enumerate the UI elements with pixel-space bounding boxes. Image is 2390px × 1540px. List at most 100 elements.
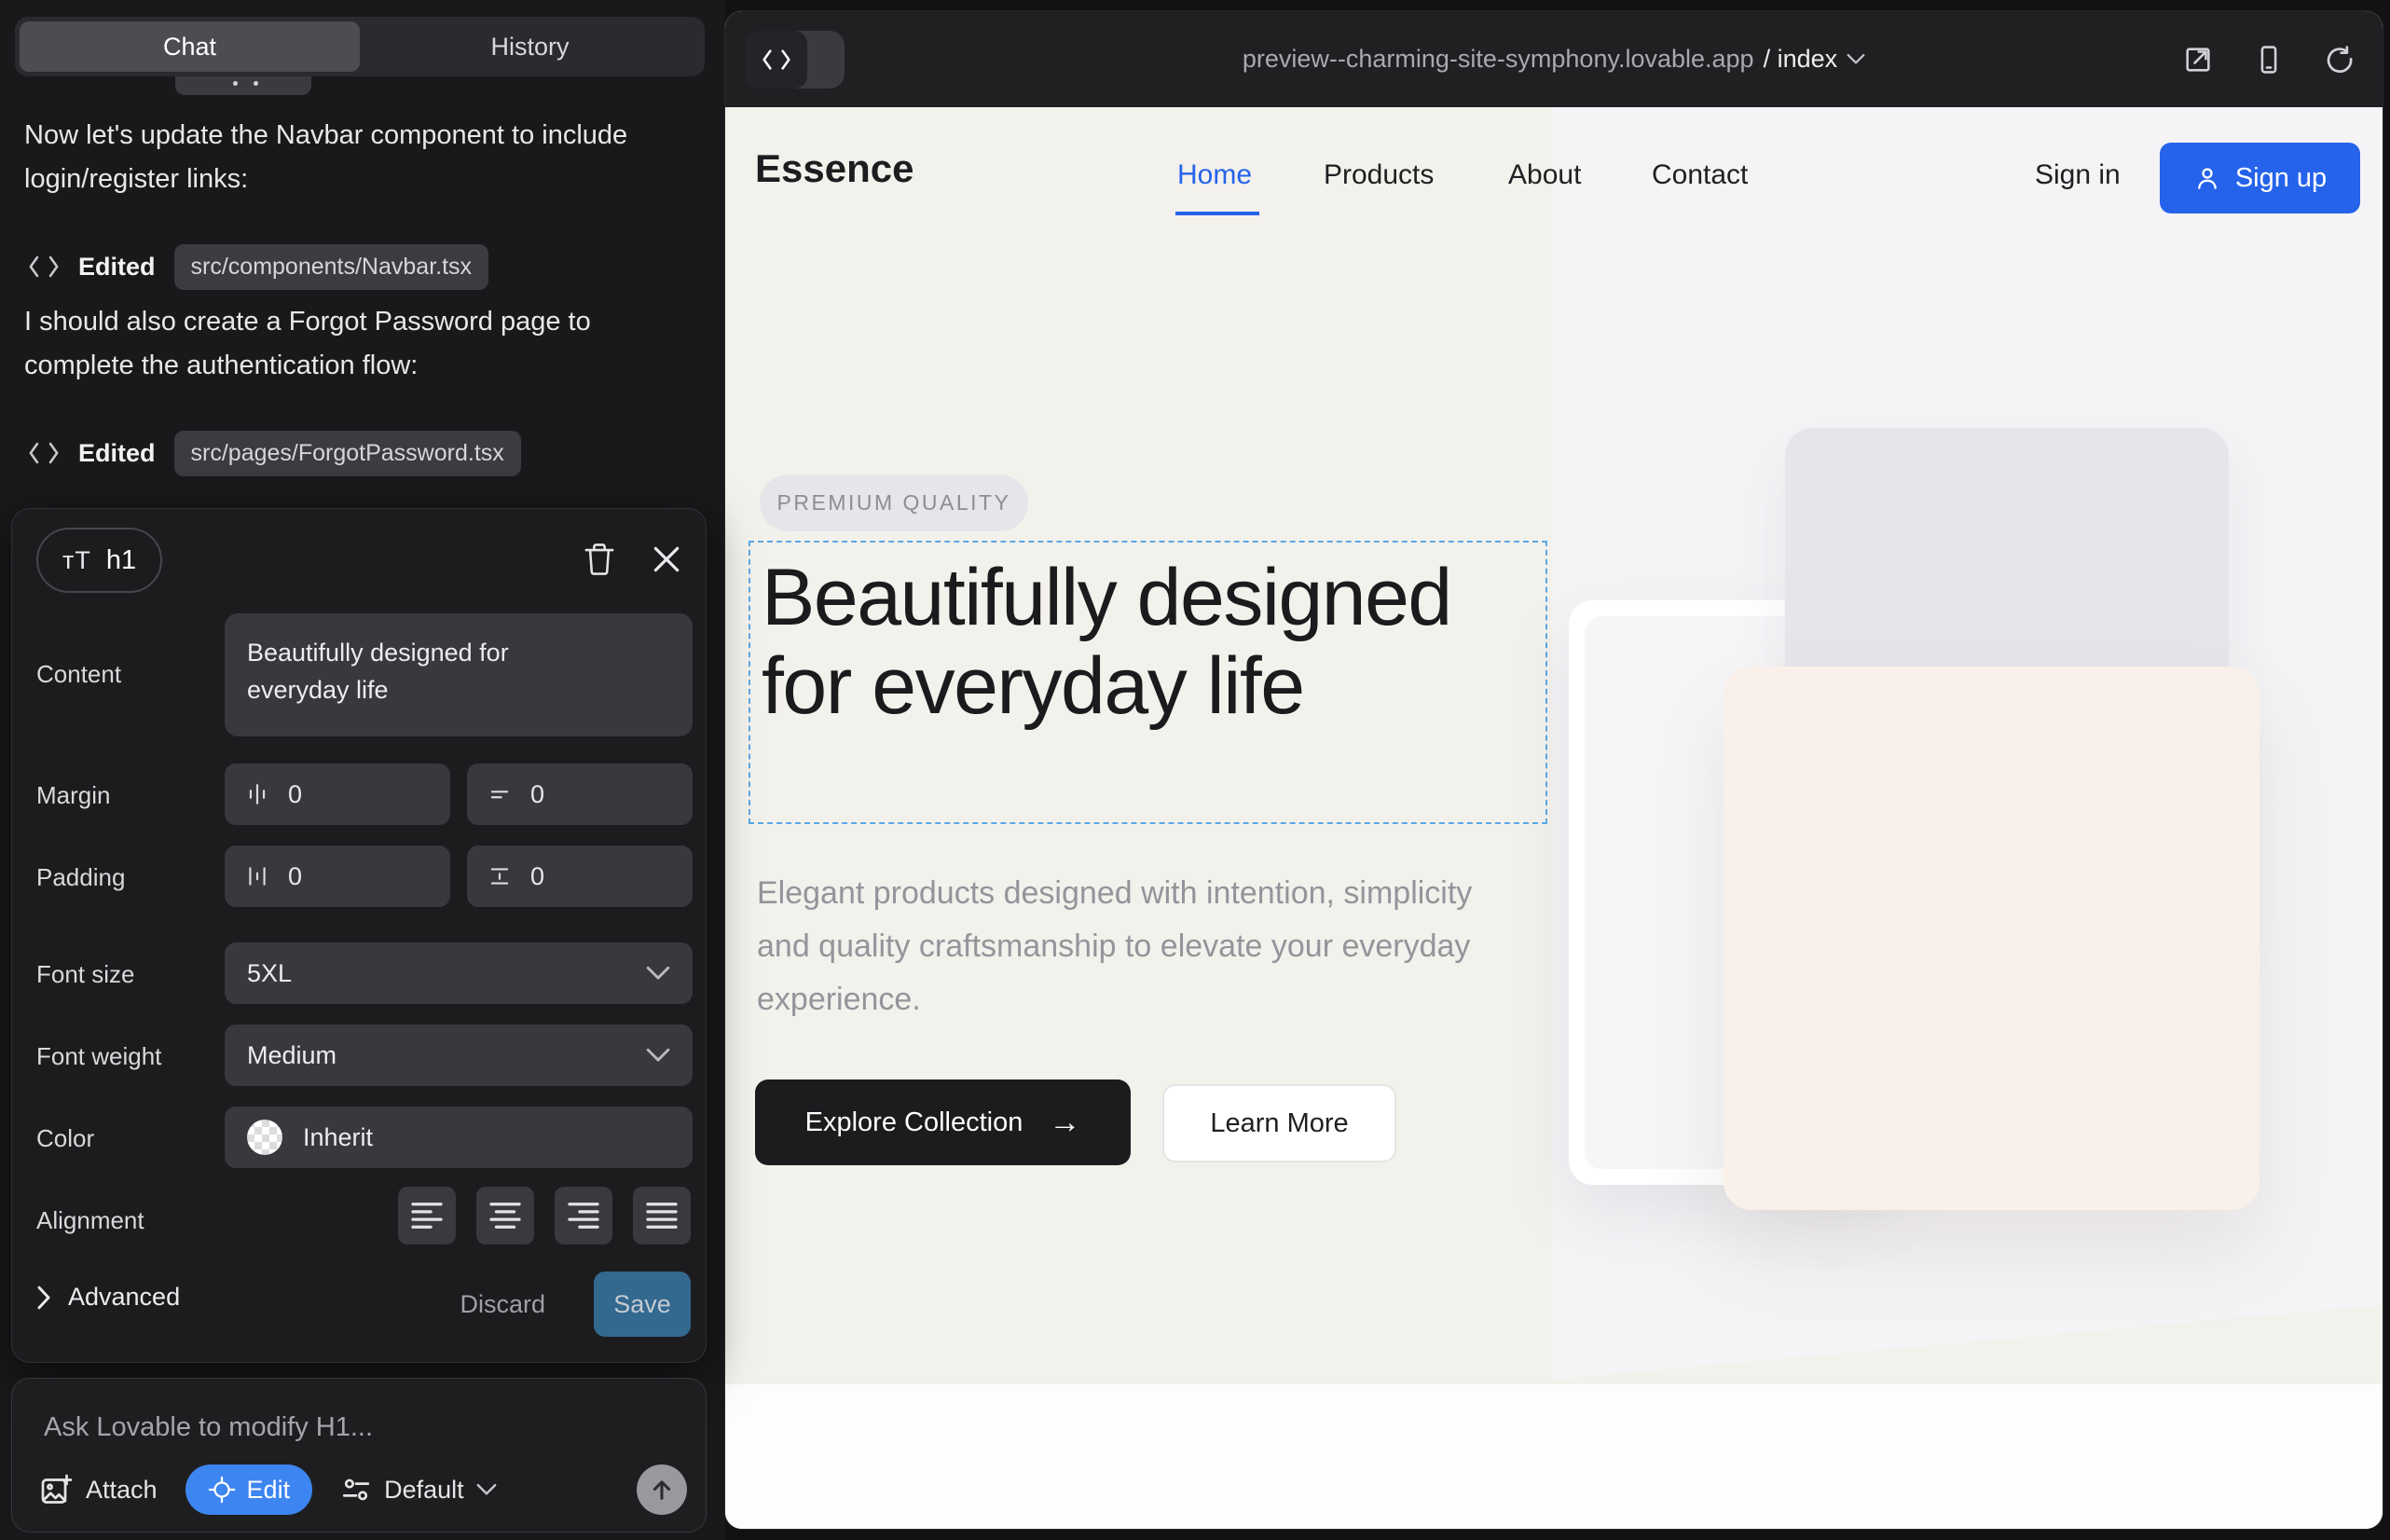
chevron-down-icon	[476, 1483, 497, 1496]
external-link-icon	[2182, 44, 2214, 76]
hero-paragraph: Elegant products designed with intention…	[757, 867, 1486, 1026]
url-host: preview--charming-site-symphony.lovable.…	[1243, 45, 1754, 74]
hero-badge: PREMIUM QUALITY	[760, 474, 1028, 531]
margin-x-input[interactable]: 0	[225, 763, 450, 825]
prompt-composer: Ask Lovable to modify H1... Attach Edit …	[11, 1378, 707, 1533]
chat-sidebar: Chat History Now let's update the Navbar…	[0, 0, 725, 1540]
refresh-button[interactable]	[2321, 41, 2358, 78]
margin-y-input[interactable]: 0	[467, 763, 693, 825]
site-logo[interactable]: Essence	[755, 146, 913, 191]
color-select[interactable]: Inherit	[225, 1107, 693, 1168]
hero-heading[interactable]: Beautifully designed for everyday life	[762, 554, 1518, 731]
file-chip[interactable]: src/pages/ForgotPassword.tsx	[174, 431, 521, 476]
preview-url[interactable]: preview--charming-site-symphony.lovable.…	[1005, 11, 2103, 107]
chat-message: Now let's update the Navbar component to…	[24, 114, 654, 201]
margin-horizontal-icon	[245, 782, 269, 806]
phone-icon	[2253, 44, 2285, 76]
arrow-right-icon: →	[1049, 1105, 1080, 1141]
alignment-label: Alignment	[36, 1206, 144, 1235]
nav-link-about[interactable]: About	[1508, 159, 1581, 191]
sidebar-tabs: Chat History	[15, 17, 705, 76]
code-toggle-segment[interactable]	[746, 31, 807, 89]
composer-toolbar: Attach Edit Default	[40, 1463, 687, 1517]
sign-up-button[interactable]: Sign up	[2160, 143, 2360, 213]
padding-horizontal-icon	[245, 864, 269, 888]
element-editor-panel: тT h1 Content Beautifully designed for e…	[11, 508, 707, 1363]
attach-button[interactable]: Attach	[40, 1473, 158, 1506]
font-weight-select[interactable]: Medium	[225, 1024, 693, 1086]
sign-in-link[interactable]: Sign in	[2035, 159, 2121, 191]
site-canvas: Essence Home Products About Contact Sign…	[725, 107, 2383, 1529]
save-button[interactable]: Save	[594, 1272, 691, 1337]
explore-collection-button[interactable]: Explore Collection →	[755, 1079, 1131, 1165]
edited-label: Edited	[78, 439, 156, 468]
scrolled-file-chip[interactable]	[175, 76, 311, 95]
align-left-button[interactable]	[398, 1187, 456, 1244]
padding-label: Padding	[36, 863, 125, 892]
content-input[interactable]: Beautifully designed for everyday life	[225, 613, 693, 736]
padding-y-input[interactable]: 0	[467, 846, 693, 907]
mobile-view-button[interactable]	[2250, 41, 2287, 78]
preview-pane: preview--charming-site-symphony.lovable.…	[725, 11, 2383, 1529]
padding-x-input[interactable]: 0	[225, 846, 450, 907]
delete-element-button[interactable]	[579, 539, 620, 580]
color-swatch	[247, 1120, 282, 1155]
sliders-icon	[340, 1474, 372, 1506]
chevron-down-icon	[1847, 53, 1865, 65]
preview-actions	[2179, 11, 2358, 107]
margin-vertical-icon	[488, 782, 512, 806]
chat-message: I should also create a Forgot Password p…	[24, 300, 654, 388]
align-center-button[interactable]	[476, 1187, 534, 1244]
prompt-input[interactable]: Ask Lovable to modify H1...	[44, 1412, 373, 1443]
selection-outline: Beautifully designed for everyday life	[749, 541, 1547, 824]
tab-chat[interactable]: Chat	[20, 21, 360, 72]
edit-mode-button[interactable]: Edit	[185, 1464, 313, 1515]
nav-link-home[interactable]: Home	[1177, 159, 1252, 191]
margin-label: Margin	[36, 781, 110, 810]
edited-file-row: Edited src/components/Navbar.tsx	[28, 241, 488, 293]
chevron-right-icon	[36, 1286, 51, 1310]
close-icon[interactable]	[646, 539, 687, 580]
discard-button[interactable]: Discard	[460, 1290, 545, 1319]
arrow-up-icon	[649, 1477, 675, 1503]
learn-more-button[interactable]: Learn More	[1162, 1084, 1396, 1162]
selected-element-tag: h1	[106, 545, 136, 576]
active-nav-underline	[1175, 212, 1259, 215]
text-type-icon: тT	[62, 546, 91, 575]
model-mode-select[interactable]: Default	[340, 1474, 497, 1506]
padding-vertical-icon	[488, 864, 512, 888]
preview-topbar: preview--charming-site-symphony.lovable.…	[725, 11, 2383, 107]
font-size-label: Font size	[36, 960, 135, 989]
tab-history[interactable]: History	[360, 21, 700, 72]
color-label: Color	[36, 1124, 94, 1153]
attach-image-icon	[40, 1473, 74, 1506]
code-preview-toggle[interactable]	[746, 31, 845, 89]
lovable-app: Chat History Now let's update the Navbar…	[0, 0, 2390, 1540]
align-right-button[interactable]	[555, 1187, 612, 1244]
code-icon	[762, 49, 791, 70]
refresh-icon	[2324, 44, 2356, 76]
advanced-toggle[interactable]: Advanced	[36, 1283, 180, 1312]
code-icon	[28, 441, 60, 465]
target-icon	[208, 1476, 236, 1504]
edited-label: Edited	[78, 253, 156, 282]
file-chip[interactable]: src/components/Navbar.tsx	[174, 244, 489, 290]
edited-file-row: Edited src/pages/ForgotPassword.tsx	[28, 427, 521, 479]
hero-card-cream	[1724, 667, 2260, 1210]
content-label: Content	[36, 660, 121, 689]
next-section-background	[725, 1384, 2383, 1529]
send-button[interactable]	[637, 1464, 687, 1515]
url-path: / index	[1764, 45, 1838, 74]
open-external-button[interactable]	[2179, 41, 2217, 78]
nav-link-products[interactable]: Products	[1324, 159, 1434, 191]
align-justify-button[interactable]	[633, 1187, 691, 1244]
code-icon	[28, 254, 60, 279]
alignment-buttons	[398, 1187, 691, 1244]
chevron-down-icon	[646, 1048, 670, 1063]
font-weight-label: Font weight	[36, 1042, 161, 1071]
font-size-select[interactable]: 5XL	[225, 942, 693, 1004]
nav-link-contact[interactable]: Contact	[1652, 159, 1748, 191]
user-icon	[2193, 164, 2221, 192]
chevron-down-icon	[646, 966, 670, 981]
selected-element-pill[interactable]: тT h1	[36, 528, 162, 593]
